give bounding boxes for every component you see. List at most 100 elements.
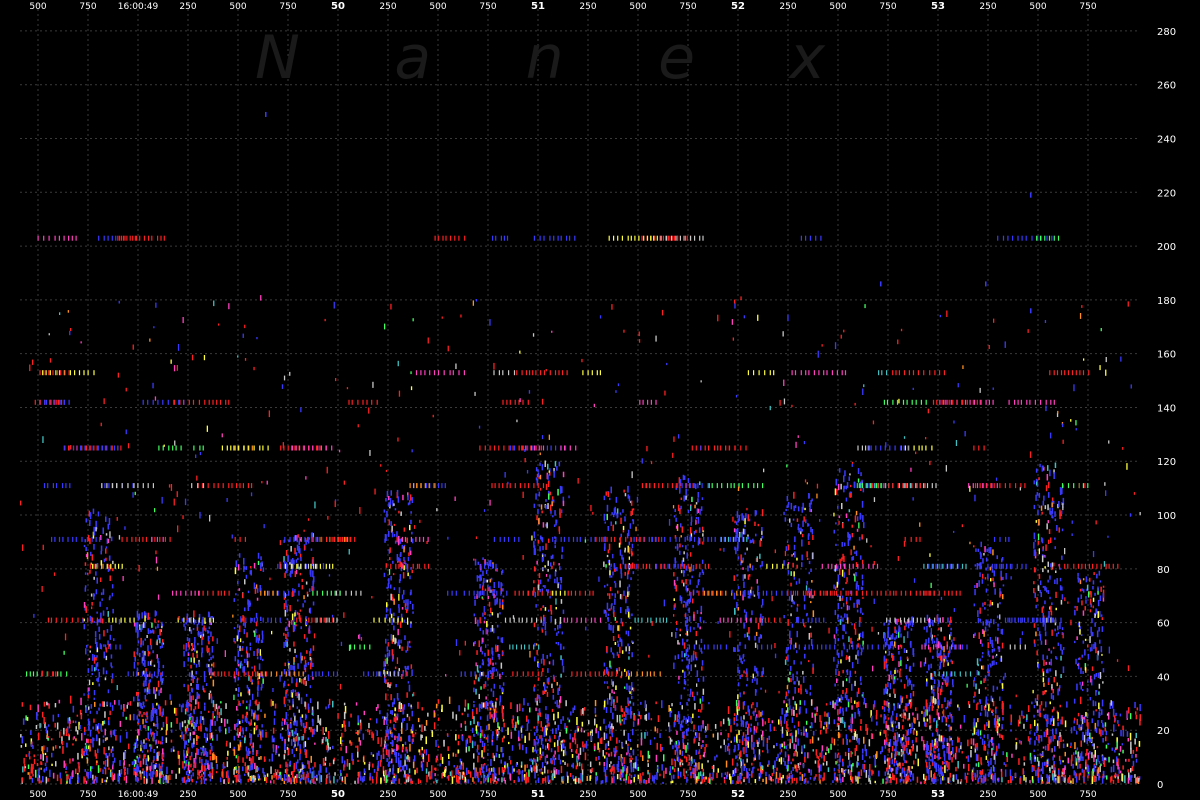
trade-mark [480,775,483,778]
trade-mark [300,626,302,630]
trade-mark [97,765,100,773]
trade-mark [95,571,97,576]
trade-mark [702,776,704,780]
trade-mark [293,662,295,665]
trade-mark [559,490,562,494]
trade-mark [111,678,113,684]
trade-mark [544,684,546,691]
trade-mark [367,729,369,733]
trade-mark [201,647,203,654]
trade-mark [246,750,248,756]
trade-mark [143,778,145,784]
trade-mark [67,717,69,724]
trade-mark [1027,736,1030,742]
trade-mark [1112,701,1114,709]
trade-mark [283,603,286,610]
trade-mark [537,508,539,514]
trade-mark [529,758,531,761]
trade-mark [244,607,246,612]
trade-mark [328,772,330,775]
trade-mark [604,585,606,588]
trade-mark [144,754,146,758]
trade-mark [527,719,530,724]
trade-mark [142,701,144,706]
trade-mark [644,700,647,708]
trade-mark [192,695,194,701]
trade-mark [152,650,154,654]
trade-mark [111,592,114,597]
trade-mark [1015,744,1017,750]
trade-mark [616,567,618,572]
trade-mark [1132,760,1135,767]
trade-mark [258,729,261,735]
trade-mark [212,713,214,720]
trade-mark [183,683,185,688]
trade-mark [109,710,111,716]
trade-mark [209,724,212,729]
trade-mark [98,707,100,711]
trade-mark [535,707,537,712]
trade-mark [665,767,667,774]
trade-mark [261,634,264,640]
trade-mark [490,700,493,706]
trade-mark [534,642,536,647]
trade-mark [812,730,815,736]
trade-mark [409,600,412,604]
trade-mark [201,758,203,766]
trade-mark [550,758,552,761]
trade-mark [703,776,706,783]
trade-mark [222,763,224,769]
trade-mark [310,548,313,551]
trade-mark [544,776,547,783]
trade-mark [204,765,206,772]
trade-mark [936,720,938,729]
trade-mark [503,761,506,766]
trade-mark [534,697,537,703]
trade-mark [178,767,181,774]
trade-mark [403,717,406,721]
trade-mark [614,506,616,514]
trade-mark [87,535,90,542]
trade-mark [604,755,606,759]
trade-mark [203,676,206,683]
trade-mark [535,736,538,740]
trade-mark [249,751,251,754]
trade-mark [394,735,396,740]
trade-mark [119,735,122,743]
trade-mark [123,776,126,781]
trade-mark [385,614,388,619]
trade-mark [257,767,260,771]
trade-mark [562,471,565,478]
trade-mark [391,532,394,538]
trade-mark [560,577,563,584]
trade-mark [392,740,394,746]
trade-mark [907,718,909,721]
trade-mark [377,704,379,709]
trade-mark [542,751,544,756]
trade-mark [1004,769,1007,777]
trade-mark [628,685,630,692]
trade-mark [569,733,571,740]
trade-mark [576,717,578,725]
trade-mark [512,716,515,719]
trade-mark [538,573,541,578]
trade-mark [777,777,779,784]
trade-mark [498,726,500,730]
trade-mark [701,559,704,564]
trade-mark [250,777,252,781]
trade-mark [1010,722,1012,726]
trade-mark [297,534,299,538]
trade-mark [410,511,412,514]
trade-mark [147,612,149,620]
trade-mark [617,625,619,631]
trade-mark [274,710,276,716]
trade-mark [410,567,412,570]
trade-mark [999,733,1001,738]
trade-mark [869,780,872,784]
trade-mark [93,690,96,696]
trade-mark [300,736,303,741]
trade-mark [632,519,634,522]
trade-mark [385,607,388,613]
trade-mark [923,706,925,710]
trade-mark [818,773,821,781]
